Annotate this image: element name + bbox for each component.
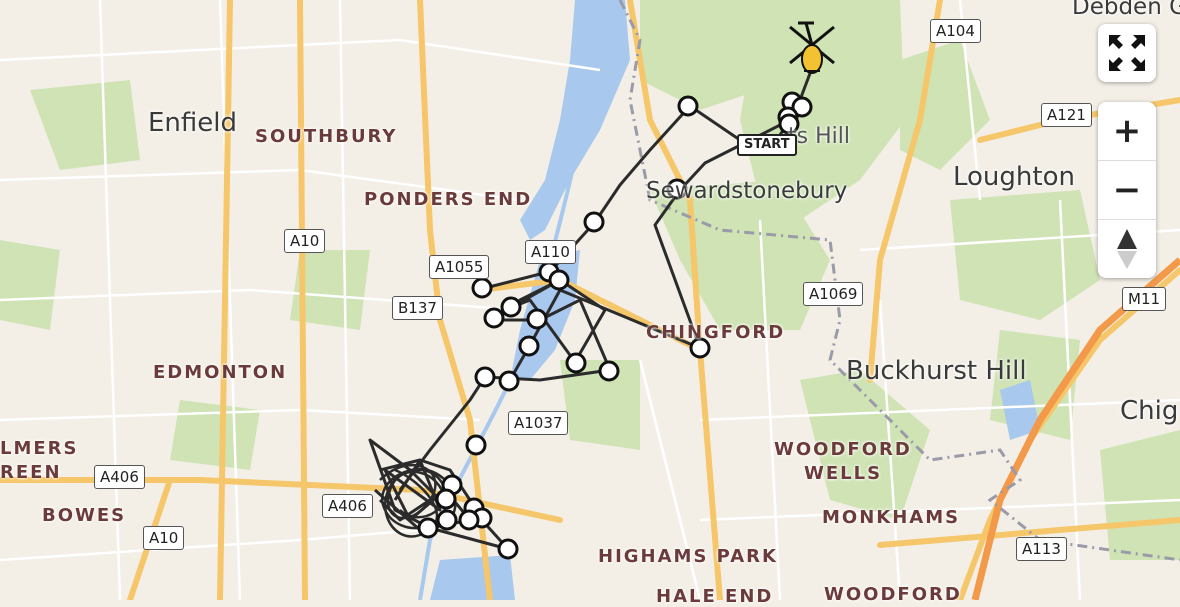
zoom-out-icon: −: [1112, 170, 1142, 210]
road-badge-a406-east: A406: [94, 465, 145, 489]
place-monkhams: MONKHAMS: [822, 507, 961, 528]
fullscreen-control: [1098, 24, 1156, 82]
zoom-in-icon: +: [1112, 111, 1142, 151]
zoom-in-button[interactable]: +: [1098, 102, 1156, 161]
road-badge-a113: A113: [1016, 537, 1067, 561]
place-chigwell: Chig: [1120, 396, 1179, 426]
road-badge-a10: A10: [284, 229, 326, 253]
place-ponders-end: PONDERS END: [364, 189, 533, 210]
compass-button[interactable]: [1098, 220, 1156, 278]
place-bowes: BOWES: [42, 505, 127, 526]
place-highams-park: HIGHAMS PARK: [598, 546, 778, 567]
road-badge-a10-south: A10: [143, 526, 185, 550]
place-palmers-green-2: REEN: [0, 462, 62, 483]
place-woodford-wells-2: WELLS: [804, 463, 883, 484]
place-sewardstonebury: Sewardstonebury: [646, 178, 848, 204]
road-badge-a1055: A1055: [429, 255, 490, 279]
zoom-out-button[interactable]: −: [1098, 161, 1156, 220]
place-chingford: CHINGFORD: [646, 322, 786, 343]
map-canvas[interactable]: [0, 0, 1180, 600]
place-enfield: Enfield: [148, 108, 238, 138]
zoom-control: + −: [1098, 102, 1156, 278]
place-debden: Debden G: [1072, 0, 1180, 20]
place-edmonton: EDMONTON: [153, 362, 288, 383]
place-palmers-green-1: LMERS: [0, 438, 79, 459]
place-woodford-wells-1: WOODFORD: [774, 439, 912, 460]
road-badge-a104: A104: [930, 19, 981, 43]
road-badge-a121: A121: [1041, 103, 1092, 127]
place-woodford: WOODFORD: [824, 584, 962, 605]
place-southbury: SOUTHBURY: [255, 126, 398, 147]
place-buckhurst-hill: Buckhurst Hill: [846, 356, 1027, 386]
place-pole-hill: ts Hill: [788, 124, 850, 149]
compass-icon: [1117, 229, 1137, 269]
road-badge-m11: M11: [1122, 287, 1167, 311]
road-badge-a110: A110: [525, 240, 576, 264]
road-badge-a1069: A1069: [803, 282, 864, 306]
road-badge-a406-west: A406: [322, 494, 373, 518]
place-hale-end: HALE END: [656, 586, 774, 607]
place-loughton: Loughton: [953, 162, 1075, 192]
fullscreen-button[interactable]: [1098, 24, 1156, 82]
route-start-label: START: [737, 134, 797, 156]
road-badge-a1037: A1037: [508, 411, 569, 435]
fullscreen-icon: [1109, 35, 1145, 71]
road-badge-b137: B137: [392, 296, 443, 320]
